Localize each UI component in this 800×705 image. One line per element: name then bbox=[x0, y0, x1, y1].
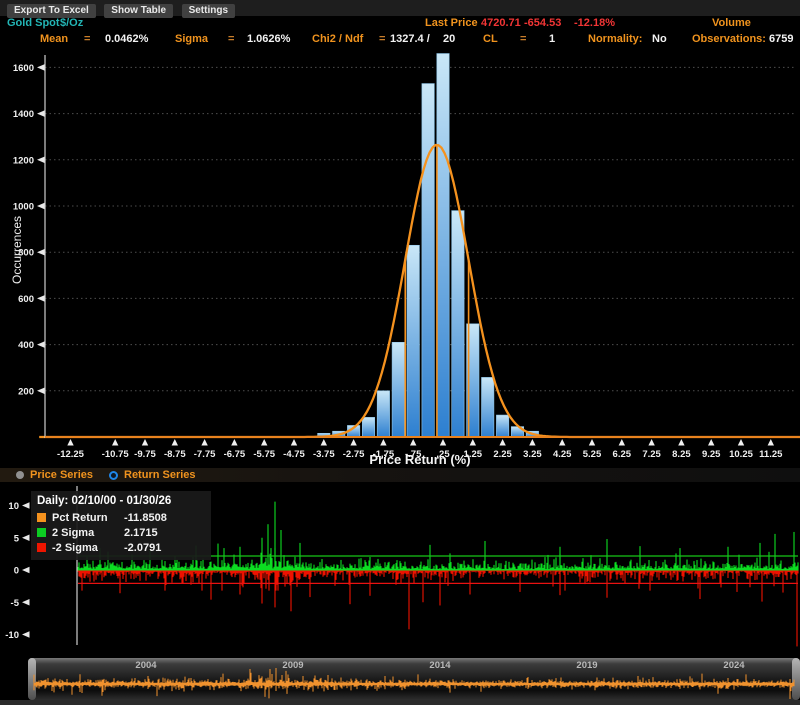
svg-text:10: 10 bbox=[8, 501, 19, 512]
histogram-x-axis-title: Price Return (%) bbox=[45, 452, 795, 467]
svg-text:400: 400 bbox=[18, 340, 34, 351]
svg-text:1200: 1200 bbox=[13, 155, 34, 166]
year-label-2009: 2009 bbox=[282, 660, 303, 671]
export-to-excel-button[interactable]: Export To Excel bbox=[7, 4, 96, 18]
chi2-value: 1327.4 / bbox=[390, 33, 430, 45]
year-label-2004: 2004 bbox=[135, 660, 156, 671]
return-series-marker-icon bbox=[109, 471, 118, 480]
price-change: -654.53 bbox=[524, 17, 561, 29]
terminal-screen: Export To Excel Show Table Settings Gold… bbox=[0, 0, 800, 705]
histogram-y-axis-title: Occurrences bbox=[10, 216, 24, 284]
settings-button[interactable]: Settings bbox=[182, 4, 235, 18]
date-range-scrubber[interactable]: 2004 2009 2014 2019 2024 bbox=[28, 658, 800, 700]
pos-sigma-swatch-icon bbox=[37, 528, 46, 537]
return-series-panel: -10 -5 0 5 10 Daily: 02/10/00 - 01/30/26 Pct… bbox=[0, 482, 800, 658]
price-change-pct: -12.18% bbox=[574, 17, 615, 29]
legend-price-series[interactable]: Price Series bbox=[16, 469, 93, 481]
return-series-label: Return Series bbox=[124, 469, 196, 481]
svg-text:-5: -5 bbox=[11, 598, 20, 609]
chi2-ndf-label: Chi2 / Ndf bbox=[312, 33, 363, 45]
ts-y-ticks: -10 -5 0 5 10 bbox=[5, 501, 29, 641]
svg-text:600: 600 bbox=[18, 294, 34, 305]
cl-label: CL bbox=[483, 33, 498, 45]
svg-text:5: 5 bbox=[14, 533, 20, 544]
neg-sigma-swatch-icon bbox=[37, 543, 46, 552]
svg-text:0: 0 bbox=[14, 566, 19, 577]
hist-gridlines bbox=[45, 67, 796, 390]
cl-value: 1 bbox=[549, 33, 555, 45]
last-price-label: Last Price bbox=[425, 17, 478, 29]
normality-value: No bbox=[652, 33, 667, 45]
series-legend: Price Series Return Series bbox=[0, 468, 800, 482]
negative-returns bbox=[78, 571, 798, 647]
sigma-label: Sigma bbox=[175, 33, 208, 45]
mean-value: 0.0462% bbox=[105, 33, 148, 45]
tooltip-date-range: Daily: 02/10/00 - 01/30/26 bbox=[37, 495, 205, 507]
legend-return-series[interactable]: Return Series bbox=[109, 469, 196, 481]
tooltip-row-neg-sigma: -2 Sigma -2.0791 bbox=[37, 540, 205, 555]
normality-label: Normality: bbox=[588, 33, 642, 45]
instrument-unit: $/Oz bbox=[60, 17, 83, 29]
navigator-series bbox=[34, 668, 794, 699]
sigma-eq: = bbox=[228, 33, 234, 45]
tooltip-row-pos-sigma: 2 Sigma 2.1715 bbox=[37, 525, 205, 540]
sigma-value: 1.0626% bbox=[247, 33, 290, 45]
svg-text:200: 200 bbox=[18, 386, 34, 397]
mean-label: Mean bbox=[40, 33, 68, 45]
instrument-name: Gold Spot bbox=[7, 17, 60, 29]
toolbar: Export To Excel Show Table Settings bbox=[0, 0, 800, 16]
year-label-2024: 2024 bbox=[723, 660, 744, 671]
svg-text:1400: 1400 bbox=[13, 109, 34, 120]
return-histogram-chart: 2004006008001000120014001600-12.25-10.75… bbox=[0, 50, 800, 468]
observations-value: 6759 bbox=[769, 33, 793, 45]
chi2-eq: = bbox=[379, 33, 385, 45]
tooltip-row-pct-return: Pct Return -11.8508 bbox=[37, 510, 205, 525]
observations-label: Observations: bbox=[692, 33, 766, 45]
year-label-2014: 2014 bbox=[429, 660, 450, 671]
cl-eq: = bbox=[520, 33, 526, 45]
mean-eq: = bbox=[84, 33, 90, 45]
svg-text:-10: -10 bbox=[5, 630, 19, 641]
volume-label: Volume bbox=[712, 17, 751, 29]
ndf-value: 20 bbox=[443, 33, 455, 45]
svg-text:1000: 1000 bbox=[13, 202, 34, 213]
pct-return-swatch-icon bbox=[37, 513, 46, 522]
show-table-button[interactable]: Show Table bbox=[104, 4, 173, 18]
year-label-2019: 2019 bbox=[576, 660, 597, 671]
hist-bars bbox=[318, 54, 539, 437]
price-series-label: Price Series bbox=[30, 469, 93, 481]
bottom-strip bbox=[0, 700, 800, 705]
svg-text:1600: 1600 bbox=[13, 63, 34, 74]
crosshair-tooltip: Daily: 02/10/00 - 01/30/26 Pct Return -1… bbox=[31, 491, 211, 560]
last-price-value: 4720.71 bbox=[481, 17, 521, 29]
price-series-marker-icon bbox=[16, 471, 24, 479]
